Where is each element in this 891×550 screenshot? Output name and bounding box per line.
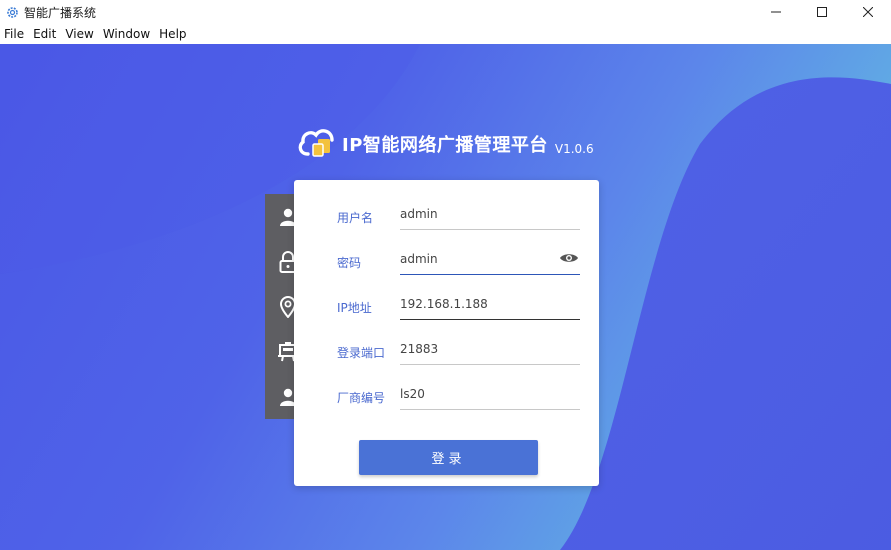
logo-title: IP智能网络广播管理平台 bbox=[342, 135, 548, 156]
login-button[interactable]: 登录 bbox=[359, 440, 538, 475]
vendor-input[interactable] bbox=[400, 385, 580, 403]
window-title: 智能广播系统 bbox=[24, 5, 97, 20]
password-input[interactable] bbox=[400, 250, 580, 268]
menu-file[interactable]: File bbox=[0, 27, 28, 41]
vendor-label: 厂商编号 bbox=[337, 391, 386, 405]
menu-edit[interactable]: Edit bbox=[29, 27, 60, 41]
menu-help[interactable]: Help bbox=[155, 27, 190, 41]
port-field: 登录端口 bbox=[294, 315, 599, 365]
vendor-underline bbox=[400, 409, 580, 410]
cloud-logo-icon bbox=[296, 124, 338, 164]
logo: IP智能网络广播管理平台 V1.0.6 bbox=[296, 124, 594, 164]
username-field: 用户名 bbox=[294, 180, 599, 230]
minimize-button[interactable] bbox=[753, 0, 799, 24]
port-input[interactable] bbox=[400, 340, 580, 358]
close-button[interactable] bbox=[845, 0, 891, 24]
port-label: 登录端口 bbox=[337, 346, 386, 360]
ip-field: IP地址 bbox=[294, 270, 599, 320]
menu-window[interactable]: Window bbox=[99, 27, 154, 41]
username-input[interactable] bbox=[400, 205, 580, 223]
ip-label: IP地址 bbox=[337, 301, 372, 315]
app-gear-icon bbox=[6, 6, 19, 19]
eye-icon[interactable] bbox=[558, 249, 580, 267]
maximize-button[interactable] bbox=[799, 0, 845, 24]
title-bar: 智能广播系统 bbox=[0, 0, 891, 24]
logo-version: V1.0.6 bbox=[554, 142, 594, 156]
menu-bar: File Edit View Window Help bbox=[0, 24, 891, 44]
login-card: 用户名 密码 IP地址 登录端口 厂商编号 登录 bbox=[294, 180, 599, 486]
login-background: IP智能网络广播管理平台 V1.0.6 用户名 密码 bbox=[0, 44, 891, 550]
username-label: 用户名 bbox=[337, 211, 374, 225]
vendor-field: 厂商编号 bbox=[294, 360, 599, 410]
password-label: 密码 bbox=[337, 256, 362, 270]
window-controls bbox=[753, 0, 891, 24]
password-field: 密码 bbox=[294, 225, 599, 275]
ip-input[interactable] bbox=[400, 295, 580, 313]
menu-view[interactable]: View bbox=[61, 27, 97, 41]
